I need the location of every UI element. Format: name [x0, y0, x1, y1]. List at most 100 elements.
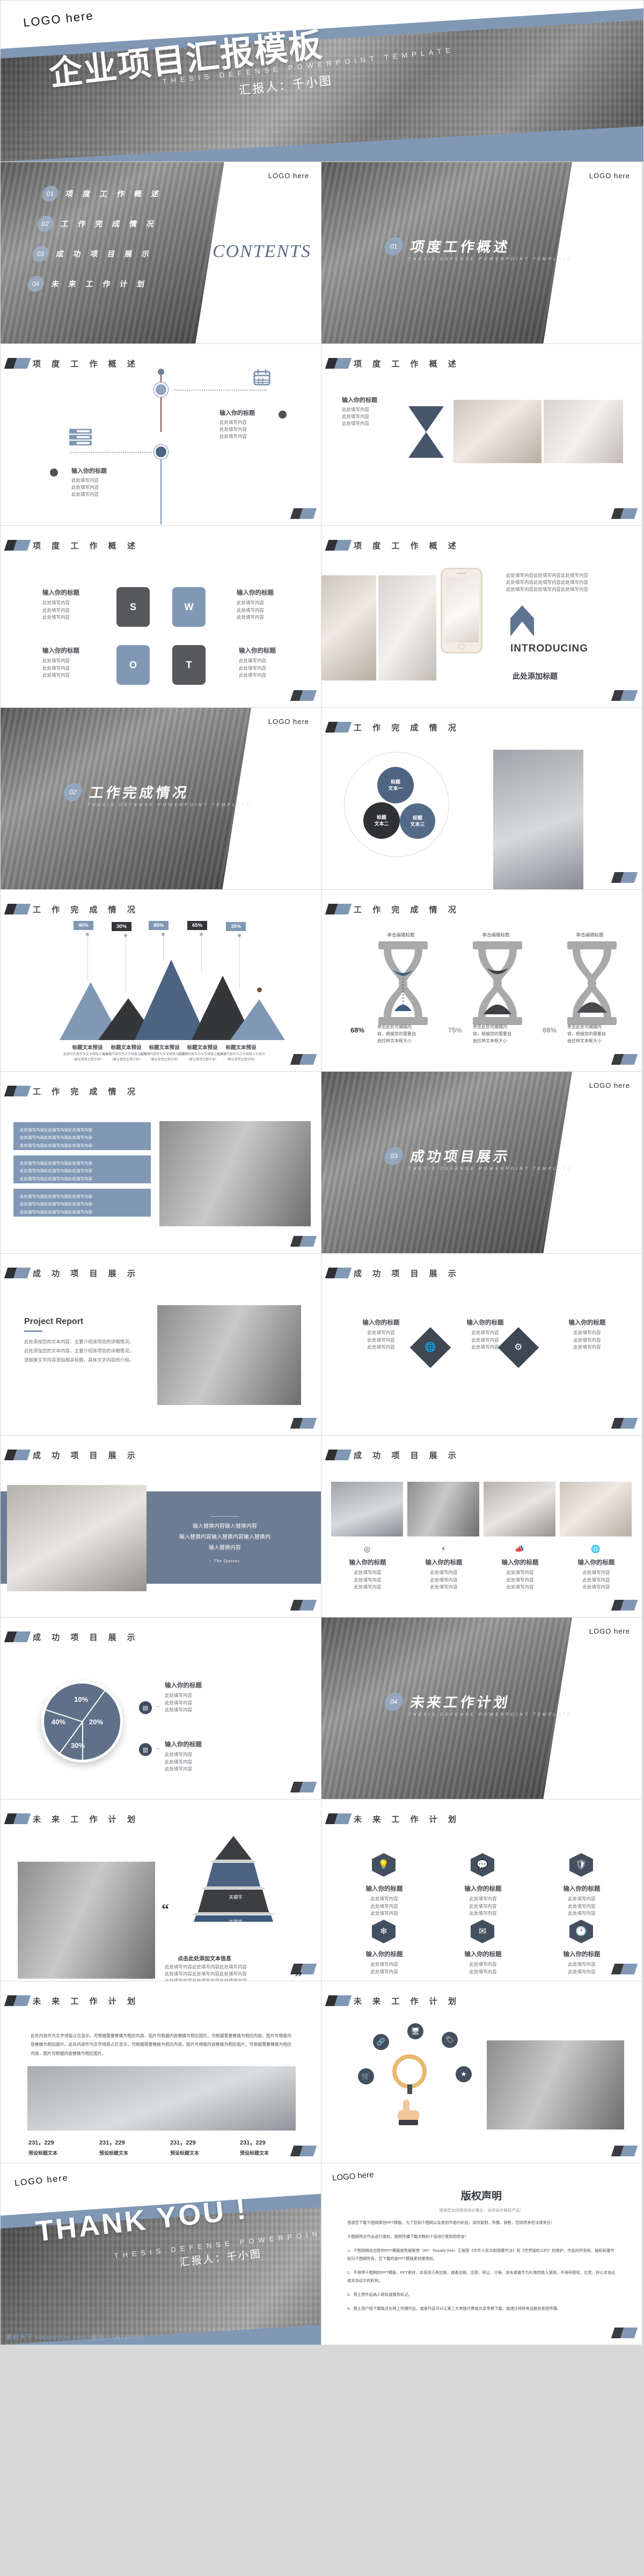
list-item[interactable]: 04 未 来 工 作 计 划 — [26, 276, 149, 292]
copyright-paragraph: 2、不得将千图网的PPT模版、PPT素材，本身用于再出售，或者出租、出借、转让、… — [347, 2270, 616, 2283]
corner-mark-icon — [611, 2328, 638, 2339]
page-title: 工 作 完 成 情 况 — [354, 723, 460, 733]
dash-icon: – — [156, 1702, 160, 1710]
swot-body: 此处填写内容 此处填写内容 此处填写内容 — [237, 600, 265, 620]
cart-icon[interactable]: 🛒 — [358, 2068, 374, 2084]
divider-title: 项度工作概述 — [409, 239, 512, 255]
timeline-entry-upper: 输入你的标题 此处填写内容 此处填写内容 此处填写内容 — [219, 408, 255, 441]
chart-value-label: 85% — [149, 921, 169, 930]
timeline-node[interactable] — [154, 445, 168, 459]
contents-label: 未 来 工 作 计 划 — [50, 280, 149, 288]
corner-mark-icon — [325, 1268, 352, 1279]
lightbulb-icon[interactable]: 💡 — [372, 1853, 396, 1877]
monitor-icon[interactable]: 🖥 — [407, 2023, 423, 2039]
venn-circle-1[interactable]: 标题 文本一 — [377, 767, 414, 803]
list-item[interactable]: 01 项 度 工 作 概 述 — [40, 186, 164, 202]
phone-mockup — [441, 568, 482, 654]
overview-title: 输入你的标题 — [342, 397, 377, 404]
mail-icon[interactable]: ✉ — [471, 1920, 494, 1943]
pyramid-label: 关键字 — [229, 1894, 243, 1900]
page-title: 未 来 工 作 计 划 — [33, 1997, 140, 2006]
venn-circle-2[interactable]: 标题 文本二 — [363, 802, 400, 839]
slide-pyramid: 未 来 工 作 计 划 “ ” 关键字 关键字 关键字 点击此处添加文本信息 此… — [1, 1799, 321, 1981]
slide-mountain-chart: 工 作 完 成 情 况 40% 30% 85% 65% 35% 标题文本预设 此… — [1, 890, 321, 1071]
introducing-body: 此处填写内容此处填写内容此处填写内容 此处填写内容此处填写内容此处填写内容 此处… — [506, 573, 589, 592]
globe-icon: 🌐 — [591, 1544, 601, 1553]
snowflake-icon[interactable]: ❄ — [372, 1920, 396, 1943]
copyright-paragraph: 1、千图网网站出售的PPT模版是免版税类（RF：Royalty-free）正版受… — [347, 2248, 614, 2261]
quote-attribution: - The Quotes — [209, 1558, 240, 1563]
corner-mark-icon — [325, 722, 352, 734]
list-item[interactable]: 03 成 功 项 目 展 示 — [31, 246, 154, 262]
chat-icon[interactable]: 💬 — [471, 1853, 494, 1877]
swot-text-o: 输入你的标题 此处填写内容 此处填写内容 此处填写内容 — [42, 646, 79, 679]
link-icon[interactable]: 🔗 — [373, 2034, 389, 2050]
timeline-node[interactable] — [154, 383, 168, 397]
stat-value: 231，229 — [170, 2140, 196, 2146]
corner-mark-icon — [4, 358, 31, 370]
swot-box-s[interactable]: S — [116, 587, 150, 627]
swot-text-w: 输入你的标题 此处填写内容 此处填写内容 此处填写内容 — [237, 588, 274, 621]
hex-caption: 输入你的标题 此处填写内容 此处填写内容 此处填写内容 — [563, 1886, 601, 1916]
content-bar: 此处填写内容此处填写内容此处填写内容 此处填写内容此处填写内容此处填写内容 此处填写… — [13, 1189, 151, 1217]
photo-thumbnail — [484, 1482, 555, 1536]
swot-text-s: 输入你的标题 此处填写内容 此处填写内容 此处填写内容 — [42, 588, 79, 621]
list-item[interactable]: 02 工 作 完 成 情 况 — [36, 216, 159, 232]
contents-label: 成 功 项 目 展 示 — [55, 250, 154, 258]
photo-caption: 输入你的标题 此处填写内容 此处填写内容 此处填写内容 — [425, 1560, 463, 1590]
slide-divider-04: LOGO here 04 未来工作计划 THESIS DEFENSE POWER… — [321, 1618, 642, 1799]
phone-home-button-icon — [458, 643, 465, 650]
hourglass-title: 单击编辑标题 — [482, 932, 510, 938]
tag-icon[interactable]: 🏷 — [442, 2032, 458, 2048]
divider-title: 成功项目展示 — [409, 1148, 512, 1165]
introducing-subtitle: 此处添加标题 — [513, 672, 558, 680]
slide-thank-you: LOGO here THANK YOU ! THESIS DEFENSE POW… — [1, 2163, 321, 2345]
corner-mark-icon — [325, 1995, 352, 2007]
pyramid-chart — [192, 1836, 275, 1922]
watermark-code: 编号： 06715705 — [90, 2333, 144, 2341]
divider-logo: LOGO here — [589, 1081, 630, 1089]
photo-thumbnail — [544, 400, 623, 463]
project-report-text: Project Report 此处添加您的文本内容、主要介绍该项目的详细情况。此… — [24, 1317, 137, 1365]
pie-divider — [58, 1721, 83, 1755]
timeline-axis-lower — [160, 449, 162, 524]
corner-mark-icon — [290, 1600, 317, 1612]
photo-thumbnail — [157, 1305, 301, 1405]
page-title: 成 功 项 目 展 示 — [33, 1451, 140, 1460]
hex-caption: 输入你的标题 此处填写内容 此处填写内容 — [563, 1951, 601, 1974]
contents-list: 01 项 度 工 作 概 述 02 工 作 完 成 情 况 03 成 功 项 目… — [24, 186, 164, 306]
hex-caption: 输入你的标题 此处填写内容 此处填写内容 此处填写内容 — [365, 1886, 403, 1916]
pyramid-caption-title: 点击此处添加文本信息 — [178, 1956, 231, 1962]
contents-number: 03 — [31, 246, 50, 262]
slide-overview-bowtie: 项 度 工 作 概 述 输入你的标题 此处填写内容 此处填写内容 此处填写内容 — [321, 344, 642, 525]
swot-box-o[interactable]: O — [116, 645, 150, 685]
shield-icon[interactable]: 🛡 — [569, 1853, 593, 1877]
swot-box-t[interactable]: T — [172, 645, 206, 685]
corner-mark-icon — [4, 1631, 31, 1643]
slide-bluebars: 工 作 完 成 情 况 此处填写内容此处填写内容此处填写内容 此处填写内容此处填写… — [1, 1072, 321, 1253]
contents-label: 工 作 完 成 情 况 — [60, 219, 159, 228]
divider-logo: LOGO here — [268, 718, 309, 726]
stat-value: 231，229 — [99, 2140, 125, 2146]
corner-mark-icon — [611, 1418, 638, 1430]
stat-label: 预设标题文本 — [99, 2150, 129, 2156]
diamond-text-3: 输入你的标题 此处填写内容 此处填写内容 此处填写内容 — [568, 1320, 606, 1350]
diamond-badge[interactable]: 🌐 — [409, 1327, 451, 1368]
stat-item: 231，229 预设标题文本 — [28, 2138, 57, 2156]
pie-slice-label: 40% — [52, 1718, 66, 1726]
corner-mark-icon — [611, 2146, 638, 2157]
photo-laptop — [159, 1121, 311, 1226]
swot-box-w[interactable]: W — [172, 587, 206, 627]
chart-accent-dot — [257, 987, 262, 992]
copyright-subtitle: 感谢您支持原创设计事业，支持设计版权产品！ — [439, 2208, 524, 2213]
slide-venn: 工 作 完 成 情 况 标题 文本一 标题 文本二 标题 文本三 — [321, 708, 642, 889]
corner-mark-icon — [611, 872, 638, 884]
star-icon[interactable]: ★ — [456, 2066, 472, 2082]
timeline-connector — [174, 390, 267, 391]
hex-caption: 输入你的标题 此处填写内容 此处填写内容 此处填写内容 — [464, 1886, 502, 1916]
clock-icon[interactable]: 🕐 — [569, 1920, 593, 1943]
venn-circle-3[interactable]: 标题 文本三 — [400, 803, 435, 839]
bolt-icon: ⚡ — [441, 1544, 446, 1553]
photo-caption: 输入你的标题 此处填写内容 此处填写内容 此处填写内容 — [349, 1560, 386, 1590]
slide-hex-icons: 未 来 工 作 计 划 💡 💬 🛡 输入你的标题 此处填写内容 此处填写内容 此处填… — [321, 1799, 642, 1981]
